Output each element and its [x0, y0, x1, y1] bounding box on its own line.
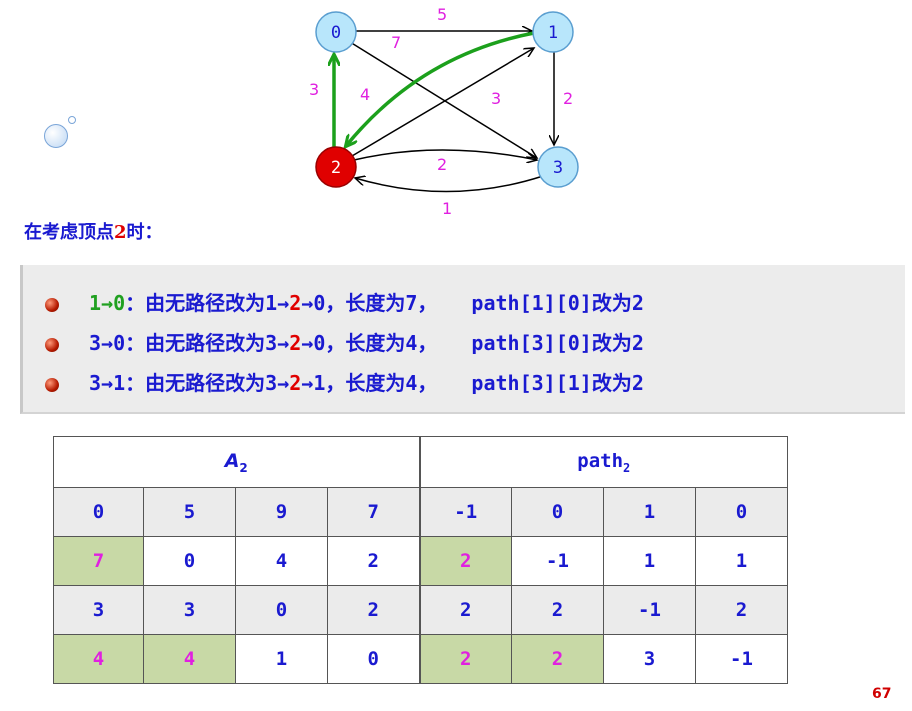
- a-cell: 4: [143, 634, 236, 684]
- a-header-sub: 2: [239, 460, 248, 475]
- table-row: 7 0 4 2 2 -1 1 1: [53, 536, 788, 586]
- update-text-1: ：由无路径改为3→: [125, 371, 290, 395]
- update-pair-start: 3→: [89, 371, 114, 395]
- a-cell: 0: [143, 536, 236, 586]
- update-pair: 3→0: [89, 331, 125, 355]
- svg-text:2: 2: [331, 158, 341, 178]
- path-cell: 1: [603, 536, 696, 586]
- a-cell: 4: [235, 536, 328, 586]
- a-cell: 2: [327, 585, 420, 635]
- distance-path-matrix: A2 path2 0 5 9 7 -1 0 1 0 7 0 4 2 2 -1 1 1 3 3 0 2 2 2 -1 2 4 4 1 0…: [53, 436, 788, 684]
- edge-0-1-weight: 5: [437, 5, 447, 24]
- update-item: 1→0：由无路径改为1→2→0，长度为7， path[1][0]改为2: [45, 287, 644, 317]
- heading-suffix: 时：: [126, 222, 163, 243]
- path-cell: 0: [511, 487, 604, 537]
- edge-2-3-weight: 2: [437, 155, 447, 174]
- path-cell: 2: [511, 634, 604, 684]
- edge-1-2: [346, 31, 535, 146]
- update-pair: 1→0: [89, 291, 125, 315]
- update-text-2: →1，长度为4，: [301, 371, 438, 395]
- edge-2-1-weight: 4: [360, 85, 370, 104]
- update-item: 3→0：由无路径改为3→2→0，长度为4， path[3][0]改为2: [45, 327, 644, 357]
- path-cell: -1: [418, 487, 512, 537]
- edge-2-0-weight: 3: [309, 80, 319, 99]
- bullet-icon: [45, 377, 59, 392]
- a-cell: 1: [235, 634, 328, 684]
- edge-3-2: [355, 175, 544, 193]
- a-cell: 5: [143, 487, 236, 537]
- a-cell: 0: [53, 487, 144, 537]
- path-cell: 2: [418, 536, 512, 586]
- svg-text:1: 1: [548, 23, 558, 43]
- svg-text:0: 0: [331, 23, 341, 43]
- path-cell: -1: [603, 585, 696, 635]
- edge-1-3-weight: 2: [563, 89, 573, 108]
- a-cell: 3: [143, 585, 236, 635]
- update-mid-vertex: 2: [289, 331, 302, 355]
- update-pair-end: 0: [113, 291, 126, 315]
- a-matrix-header: A2: [53, 436, 420, 488]
- graph-diagram: 5 7 2 4 3 3 2 1 0 1 2 3: [309, 5, 579, 215]
- a-cell: 4: [53, 634, 144, 684]
- a-cell: 7: [327, 487, 420, 537]
- edge-1-2-weight: 3: [491, 89, 501, 108]
- node-2: 2: [315, 146, 357, 188]
- update-pair-start: 3→: [89, 331, 114, 355]
- a-cell: 2: [327, 536, 420, 586]
- table-row: 3 3 0 2 2 2 -1 2: [53, 585, 788, 635]
- update-pair-end: 1: [113, 371, 126, 395]
- edge-0-3-weight: 7: [391, 33, 401, 52]
- heading-prefix: 在考虑顶点: [24, 222, 114, 243]
- a-cell: 9: [235, 487, 328, 537]
- edge-3-2-weight: 1: [442, 199, 452, 215]
- path-header-label: path: [577, 449, 624, 472]
- a-cell: 0: [235, 585, 328, 635]
- path-cell: -1: [695, 634, 788, 684]
- table-row: 4 4 1 0 2 2 3 -1: [53, 634, 788, 684]
- path-cell: 2: [511, 585, 604, 635]
- path-cell: 2: [418, 585, 512, 635]
- update-mid-vertex: 2: [289, 291, 302, 315]
- update-path-text: path[1][0]改为2: [471, 291, 644, 315]
- update-mid-vertex: 2: [289, 371, 302, 395]
- update-pair-end: 0: [113, 331, 126, 355]
- update-path-text: path[3][0]改为2: [471, 331, 644, 355]
- heading-vertex: 2: [114, 222, 127, 243]
- a-cell: 3: [53, 585, 144, 635]
- table-header-row: A2 path2: [53, 436, 788, 488]
- a-header-label: A: [224, 449, 240, 472]
- update-item: 3→1：由无路径改为3→2→1，长度为4， path[3][1]改为2: [45, 367, 644, 397]
- update-path-text: path[3][1]改为2: [471, 371, 644, 395]
- bullet-icon: [45, 297, 59, 312]
- update-list-box: 1→0：由无路径改为1→2→0，长度为7， path[1][0]改为2 3→0：由…: [20, 265, 905, 414]
- svg-text:3: 3: [553, 158, 563, 178]
- node-1: 1: [532, 11, 574, 53]
- update-text-2: →0，长度为4，: [301, 331, 438, 355]
- bullet-icon: [45, 337, 59, 352]
- update-pair-start: 1→: [89, 291, 114, 315]
- path-header-sub: 2: [623, 460, 631, 475]
- table-row: 0 5 9 7 -1 0 1 0: [53, 487, 788, 537]
- path-cell: 0: [695, 487, 788, 537]
- update-pair: 3→1: [89, 371, 125, 395]
- path-cell: 3: [603, 634, 696, 684]
- path-cell: 1: [695, 536, 788, 586]
- update-text-1: ：由无路径改为3→: [125, 331, 290, 355]
- update-text-2: →0，长度为7，: [301, 291, 438, 315]
- node-0: 0: [315, 11, 357, 53]
- path-cell: 1: [603, 487, 696, 537]
- update-text-1: ：由无路径改为1→: [125, 291, 290, 315]
- node-3: 3: [537, 146, 579, 188]
- a-cell: 7: [53, 536, 144, 586]
- path-matrix-header: path2: [418, 436, 788, 488]
- step-heading: 在考虑顶点2时：: [24, 218, 163, 244]
- path-cell: -1: [511, 536, 604, 586]
- path-cell: 2: [695, 585, 788, 635]
- page-number: 67: [872, 686, 892, 702]
- path-cell: 2: [418, 634, 512, 684]
- a-cell: 0: [327, 634, 420, 684]
